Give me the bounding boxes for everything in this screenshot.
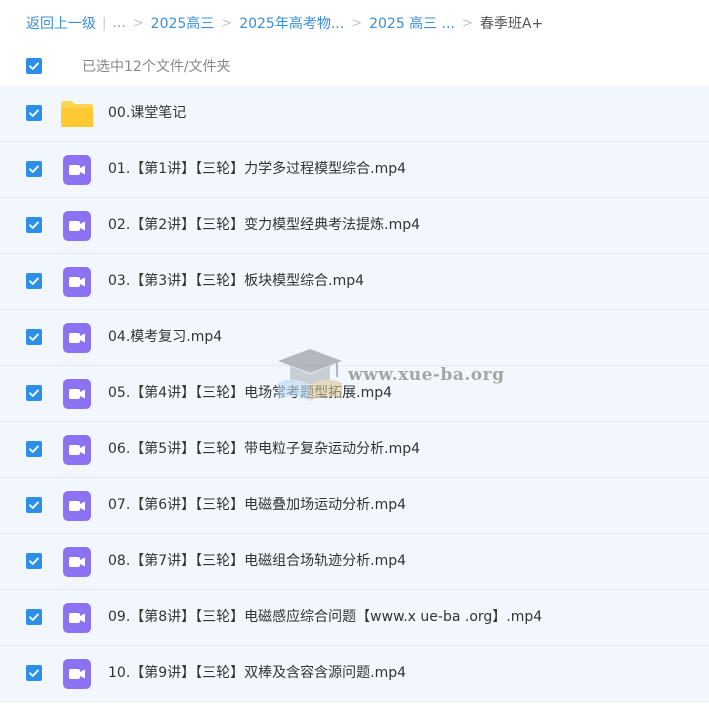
file-row-video[interactable]: 07.【第6讲】【三轮】电磁叠加场运动分析.mp4: [0, 478, 709, 534]
file-name[interactable]: 07.【第6讲】【三轮】电磁叠加场运动分析.mp4: [108, 478, 406, 533]
row-checkbox[interactable]: [26, 385, 42, 401]
file-name[interactable]: 05.【第4讲】【三轮】电场常考题型拓展.mp4: [108, 366, 392, 421]
chevron-right-icon: >: [351, 15, 363, 31]
checkmark-icon: [29, 445, 39, 453]
breadcrumb-item-physics[interactable]: 2025年高考物...: [239, 13, 344, 33]
checkmark-icon: [29, 557, 39, 565]
folder-icon: [61, 101, 93, 127]
checkmark-icon: [29, 669, 39, 677]
file-name[interactable]: 08.【第7讲】【三轮】电磁组合场轨迹分析.mp4: [108, 534, 406, 589]
file-name[interactable]: 00.课堂笔记: [108, 86, 186, 141]
file-name[interactable]: 04.模考复习.mp4: [108, 310, 222, 365]
chevron-right-icon: >: [221, 15, 233, 31]
row-checkbox[interactable]: [26, 609, 42, 625]
file-row-video[interactable]: 03.【第3讲】【三轮】板块模型综合.mp4: [0, 254, 709, 310]
file-name[interactable]: 01.【第1讲】【三轮】力学多过程模型综合.mp4: [108, 142, 406, 197]
breadcrumb-current: 春季班A+: [479, 16, 544, 32]
checkmark-icon: [29, 501, 39, 509]
video-file-icon: [63, 547, 91, 577]
file-row-video[interactable]: 08.【第7讲】【三轮】电磁组合场轨迹分析.mp4: [0, 534, 709, 590]
video-file-icon: [63, 603, 91, 633]
video-file-icon: [63, 435, 91, 465]
checkmark-icon: [29, 389, 39, 397]
checkmark-icon: [29, 165, 39, 173]
file-row-video[interactable]: 05.【第4讲】【三轮】电场常考题型拓展.mp4: [0, 366, 709, 422]
video-file-icon: [63, 491, 91, 521]
video-file-icon: [63, 379, 91, 409]
file-row-video[interactable]: 10.【第9讲】【三轮】双棒及含容含源问题.mp4: [0, 646, 709, 702]
checkmark-icon: [29, 221, 39, 229]
row-checkbox[interactable]: [26, 441, 42, 457]
selection-header: 已选中12个文件/文件夹: [0, 46, 709, 86]
checkmark-icon: [29, 333, 39, 341]
video-file-icon: [63, 659, 91, 689]
back-link[interactable]: 返回上一级: [26, 13, 96, 33]
video-file-icon: [63, 323, 91, 353]
file-row-video[interactable]: 06.【第5讲】【三轮】带电粒子复杂运动分析.mp4: [0, 422, 709, 478]
breadcrumb-item-gaosan-sub[interactable]: 2025 高三 ...: [369, 13, 455, 33]
file-row-video[interactable]: 02.【第2讲】【三轮】变力模型经典考法提炼.mp4: [0, 198, 709, 254]
file-name[interactable]: 02.【第2讲】【三轮】变力模型经典考法提炼.mp4: [108, 198, 420, 253]
file-name[interactable]: 03.【第3讲】【三轮】板块模型综合.mp4: [108, 254, 364, 309]
row-checkbox[interactable]: [26, 217, 42, 233]
video-file-icon: [63, 155, 91, 185]
checkmark-icon: [29, 277, 39, 285]
file-row-video[interactable]: 09.【第8讲】【三轮】电磁感应综合问题【www.x ue-ba .org】.m…: [0, 590, 709, 646]
breadcrumb-ellipsis[interactable]: ...: [112, 15, 125, 31]
video-file-icon: [63, 211, 91, 241]
selection-count: 已选中12个文件/文件夹: [82, 59, 231, 75]
row-checkbox[interactable]: [26, 553, 42, 569]
file-row-video[interactable]: 01.【第1讲】【三轮】力学多过程模型综合.mp4: [0, 142, 709, 198]
chevron-right-icon: >: [461, 15, 473, 31]
video-file-icon: [63, 267, 91, 297]
row-checkbox[interactable]: [26, 105, 42, 121]
select-all-checkbox[interactable]: [26, 58, 42, 74]
breadcrumb-divider: |: [102, 15, 107, 31]
row-checkbox[interactable]: [26, 273, 42, 289]
row-checkbox[interactable]: [26, 665, 42, 681]
file-row-video[interactable]: 04.模考复习.mp4: [0, 310, 709, 366]
file-list: 00.课堂笔记 01.【第1讲】【三轮】力学多过程模型综合.mp4 02.【第2…: [0, 86, 709, 712]
breadcrumb-item-2025-gaosan[interactable]: 2025高三: [151, 13, 215, 33]
row-checkbox[interactable]: [26, 497, 42, 513]
checkmark-icon: [29, 62, 39, 70]
file-name[interactable]: 10.【第9讲】【三轮】双棒及含容含源问题.mp4: [108, 646, 406, 701]
row-checkbox[interactable]: [26, 329, 42, 345]
row-checkbox[interactable]: [26, 161, 42, 177]
chevron-right-icon: >: [132, 15, 144, 31]
breadcrumb: 返回上一级 | ... > 2025高三 > 2025年高考物... > 202…: [0, 0, 709, 46]
checkmark-icon: [29, 613, 39, 621]
file-name[interactable]: 06.【第5讲】【三轮】带电粒子复杂运动分析.mp4: [108, 422, 420, 477]
file-row-folder[interactable]: 00.课堂笔记: [0, 86, 709, 142]
file-name[interactable]: 09.【第8讲】【三轮】电磁感应综合问题【www.x ue-ba .org】.m…: [108, 590, 542, 645]
checkmark-icon: [29, 109, 39, 117]
